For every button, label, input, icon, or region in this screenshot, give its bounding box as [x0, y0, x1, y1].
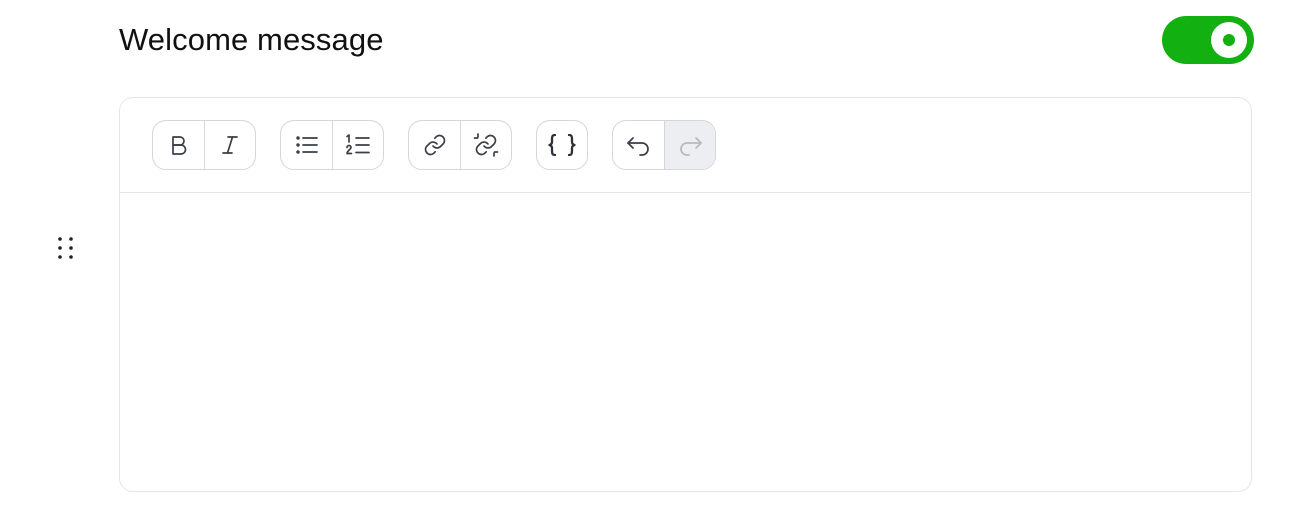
bold-button[interactable] — [153, 121, 204, 169]
rich-text-editor — [119, 97, 1252, 492]
welcome-message-section: Welcome message — [0, 0, 1303, 514]
section-title: Welcome message — [119, 22, 384, 57]
numbered-list-button[interactable] — [332, 121, 383, 169]
bullet-list-icon — [295, 136, 318, 154]
redo-icon — [680, 137, 702, 156]
enable-toggle[interactable] — [1162, 16, 1254, 64]
undo-icon — [626, 137, 649, 156]
undo-button[interactable] — [613, 121, 664, 169]
insert-variable-button[interactable] — [537, 121, 587, 169]
bold-icon — [171, 136, 186, 155]
link-button[interactable] — [409, 121, 460, 169]
list-group — [280, 120, 384, 170]
italic-button[interactable] — [204, 121, 255, 169]
numbered-list-icon — [346, 134, 370, 155]
editor-content-area[interactable] — [120, 193, 1251, 491]
format-group — [152, 120, 256, 170]
italic-icon — [222, 136, 238, 154]
variable-braces-icon — [548, 133, 576, 157]
redo-button[interactable] — [664, 121, 715, 169]
link-icon — [424, 134, 445, 156]
bullet-list-button[interactable] — [281, 121, 332, 169]
link-group — [408, 120, 512, 170]
variable-group — [536, 120, 588, 170]
editor-toolbar — [120, 98, 1251, 193]
unlink-button[interactable] — [460, 121, 511, 169]
toggle-knob — [1211, 22, 1247, 58]
drag-handle-icon[interactable] — [54, 234, 78, 262]
unlink-icon — [473, 133, 499, 157]
history-group — [612, 120, 716, 170]
